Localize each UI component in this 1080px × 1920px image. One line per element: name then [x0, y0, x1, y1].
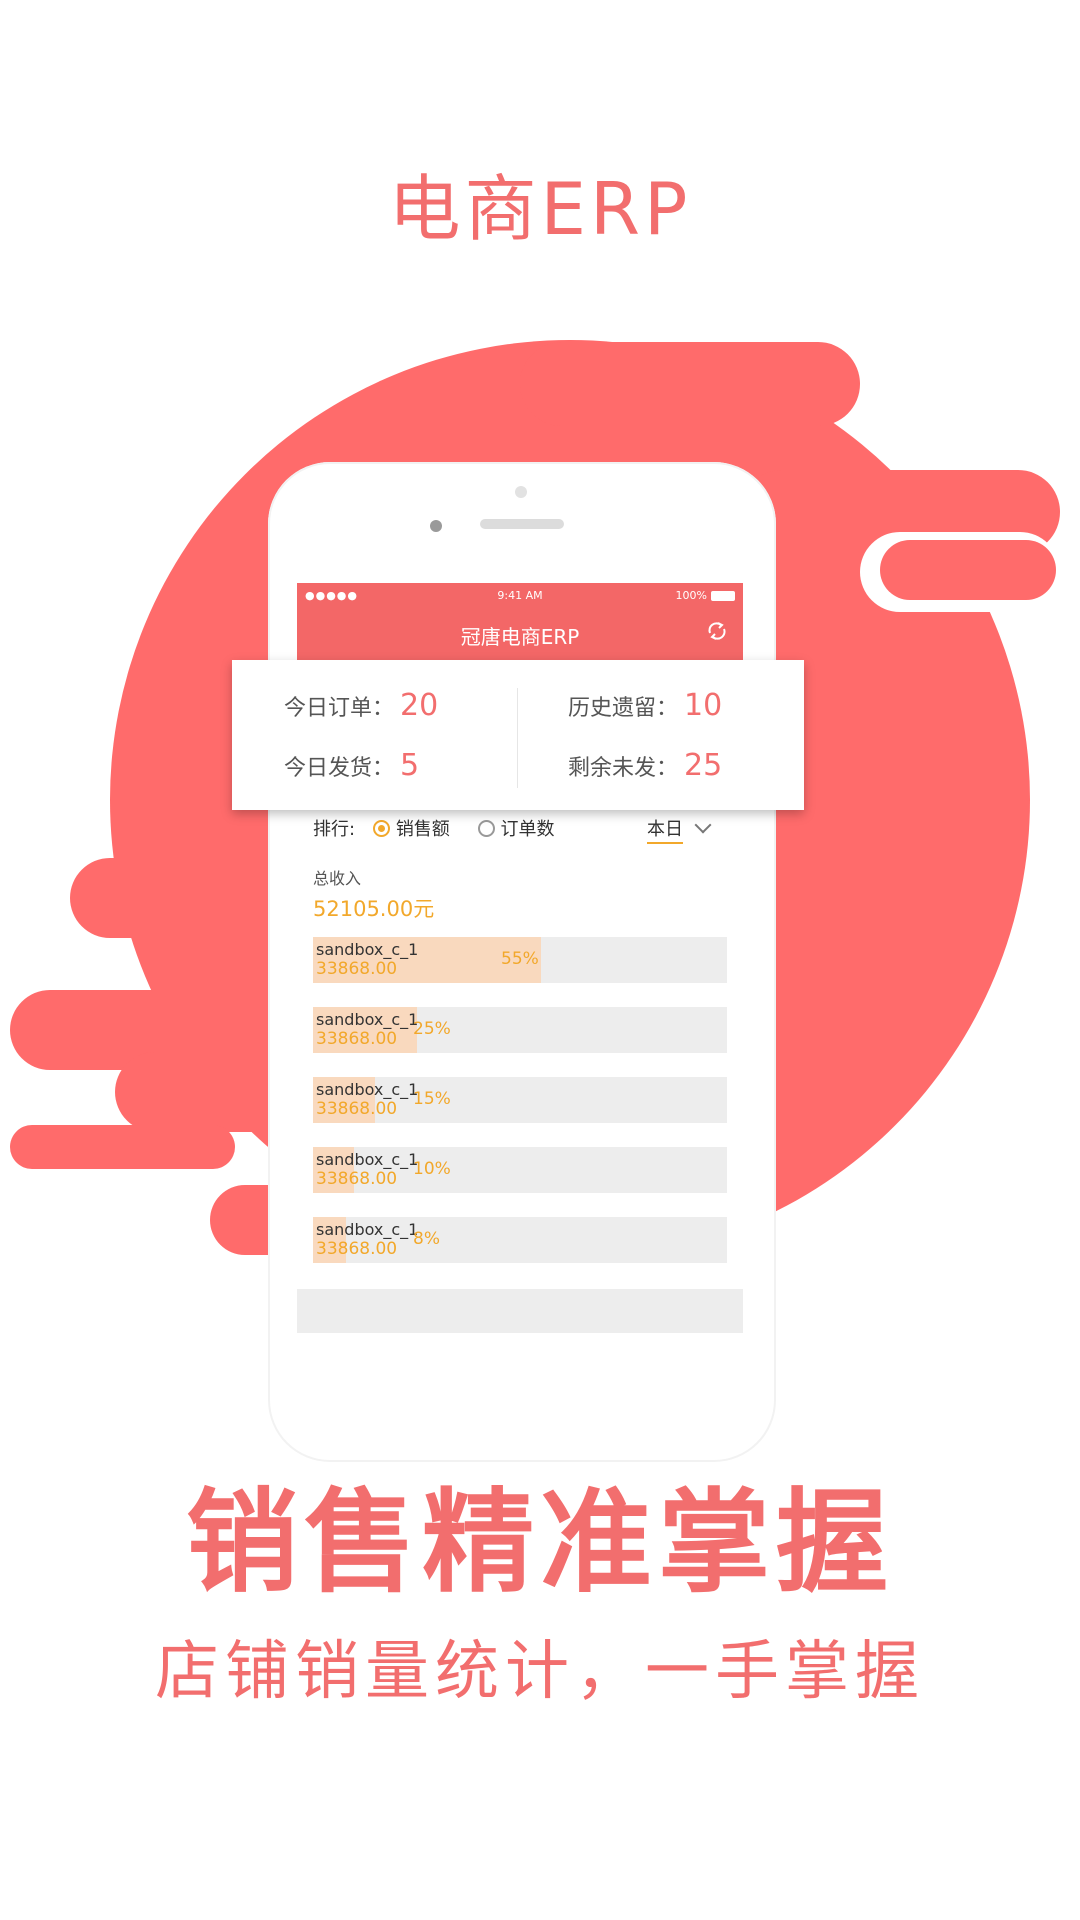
stat-value: 5	[400, 748, 420, 783]
stat-label: 今日订单：	[284, 696, 395, 721]
ranking-row: 排行: 销售额 订单数 本日	[313, 815, 727, 845]
option-orders-label[interactable]: 订单数	[501, 819, 555, 840]
battery-icon	[711, 591, 735, 601]
store-percent: 10%	[413, 1159, 451, 1179]
total-income-label: 总收入	[313, 869, 362, 888]
period-select[interactable]: 本日	[647, 815, 712, 844]
stat-label: 剩余未发：	[568, 756, 679, 781]
sales-bar-row[interactable]: sandbox_c_1 33868.00 15%	[313, 1077, 727, 1123]
option-sales-label[interactable]: 销售额	[396, 819, 450, 840]
store-name: sandbox_c_1	[316, 940, 419, 959]
subheadline: 店铺销量统计，一手掌握	[155, 1635, 925, 1709]
earpiece-speaker	[480, 519, 564, 529]
proximity-sensor	[515, 486, 527, 498]
radio-sales[interactable]	[372, 819, 390, 837]
stat-today-shipped: 今日发货： 5	[284, 748, 419, 783]
store-amount: 33868.00	[316, 1099, 398, 1119]
stat-today-orders: 今日订单： 20	[284, 688, 438, 723]
store-name: sandbox_c_1	[316, 1010, 419, 1029]
refresh-icon[interactable]	[705, 619, 729, 643]
stats-divider	[517, 688, 518, 788]
stat-label: 历史遗留：	[568, 696, 679, 721]
screen-footer	[297, 1289, 743, 1333]
total-income-value: 52105.00元	[313, 897, 435, 921]
stat-value: 25	[684, 748, 723, 783]
stat-value: 20	[400, 688, 439, 723]
stat-label: 今日发货：	[284, 756, 395, 781]
page-title: 电商ERP	[388, 167, 692, 251]
stat-remaining: 剩余未发： 25	[568, 748, 722, 783]
store-amount: 33868.00	[316, 1029, 398, 1049]
app-header: ●●●●● 9:41 AM 100% 冠唐电商ERP	[297, 583, 743, 665]
app-title: 冠唐电商ERP	[460, 625, 580, 649]
sales-bar-row[interactable]: sandbox_c_1 33868.00 55%	[313, 937, 727, 983]
stat-value: 10	[684, 688, 723, 723]
sales-bar-row[interactable]: sandbox_c_1 33868.00 10%	[313, 1147, 727, 1193]
battery-percent: 100%	[675, 589, 707, 602]
sales-bar-row[interactable]: sandbox_c_1 33868.00 25%	[313, 1007, 727, 1053]
headline: 销售精准掌握	[186, 1478, 894, 1608]
order-stats-card: 今日订单： 20 历史遗留： 10 今日发货： 5 剩余未发： 25	[232, 660, 804, 810]
store-name: sandbox_c_1	[316, 1220, 419, 1239]
chevron-down-icon	[694, 816, 712, 834]
store-amount: 33868.00	[316, 959, 398, 979]
store-amount: 33868.00	[316, 1169, 398, 1189]
store-percent: 25%	[413, 1019, 451, 1039]
sales-bar-row[interactable]: sandbox_c_1 33868.00 8%	[313, 1217, 727, 1263]
store-name: sandbox_c_1	[316, 1080, 419, 1099]
status-bar: ●●●●● 9:41 AM 100%	[297, 589, 743, 605]
stat-history-left: 历史遗留： 10	[568, 688, 722, 723]
battery-indicator: 100%	[676, 589, 735, 602]
store-percent: 15%	[413, 1089, 451, 1109]
store-amount: 33868.00	[316, 1239, 398, 1259]
front-camera-icon	[430, 520, 442, 532]
ranking-label: 排行:	[313, 819, 356, 840]
store-name: sandbox_c_1	[316, 1150, 419, 1169]
radio-orders[interactable]	[477, 819, 495, 837]
store-percent: 55%	[501, 949, 539, 969]
store-percent: 8%	[413, 1229, 440, 1249]
period-label: 本日	[647, 819, 683, 844]
